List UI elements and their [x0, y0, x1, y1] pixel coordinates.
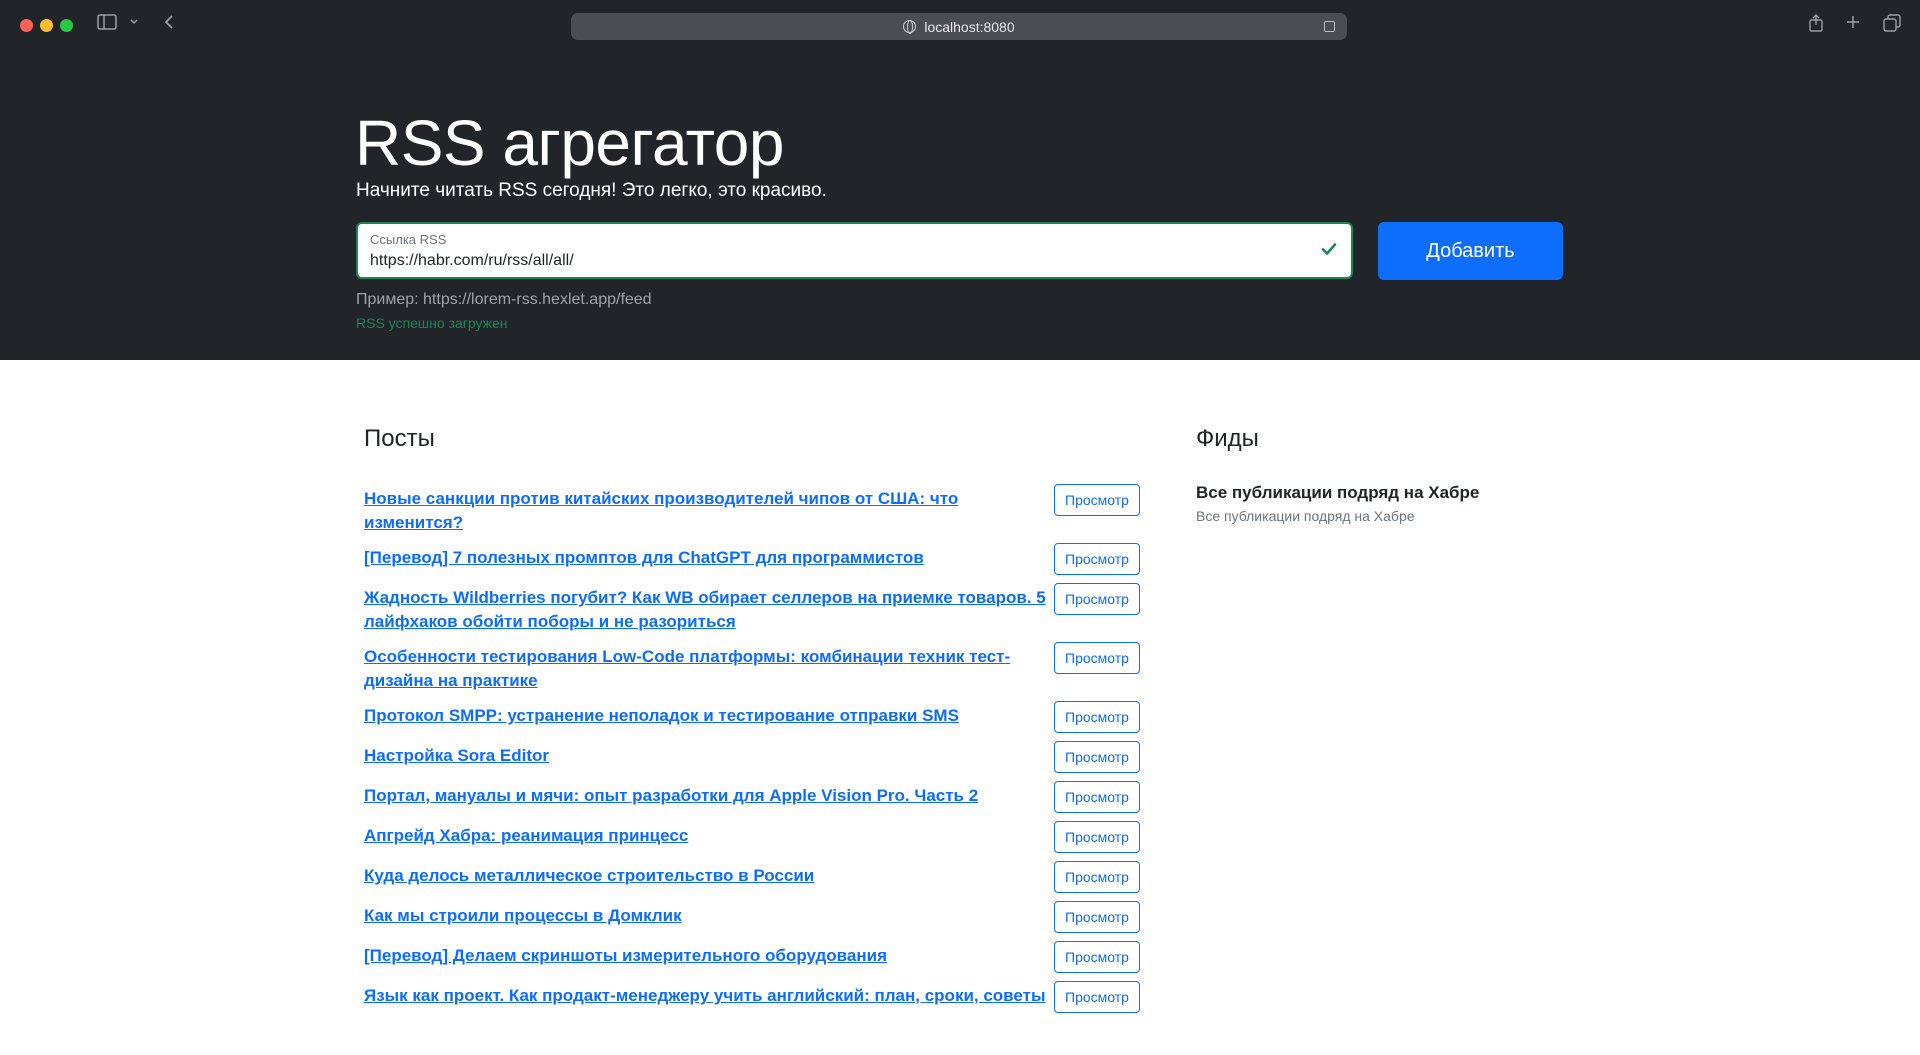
- tab-overview-icon[interactable]: [1883, 14, 1901, 39]
- example-hint: Пример: https://lorem-rss.hexlet.app/fee…: [356, 291, 652, 308]
- list-item: Жадность Wildberries погубит? Как WB оби…: [364, 579, 1140, 638]
- view-button[interactable]: Просмотр: [1054, 484, 1140, 516]
- post-link[interactable]: Куда делось металлическое строительство …: [364, 861, 1054, 888]
- list-item: Куда делось металлическое строительство …: [364, 857, 1140, 897]
- posts-title: Посты: [364, 425, 435, 452]
- sidebar-toggle-icon[interactable]: [97, 14, 117, 37]
- page-title: RSS агрегатор: [355, 107, 784, 179]
- address-bar[interactable]: localhost:8080: [571, 13, 1347, 40]
- rss-url-label: Ссылка RSS: [370, 232, 447, 247]
- feed-description: Все публикации подряд на Хабре: [1196, 508, 1415, 524]
- view-button[interactable]: Просмотр: [1054, 941, 1140, 973]
- post-link[interactable]: [Перевод] Делаем скриншоты измерительног…: [364, 941, 1054, 968]
- post-link[interactable]: [Перевод] 7 полезных промптов для ChatGP…: [364, 543, 1054, 570]
- list-item: [Перевод] 7 полезных промптов для ChatGP…: [364, 539, 1140, 579]
- share-icon[interactable]: [1808, 14, 1824, 39]
- feeds-section: Фиды Все публикации подряд на Хабре Все …: [1196, 425, 1566, 524]
- valid-check-icon: [1321, 243, 1337, 255]
- list-item: Портал, мануалы и мячи: опыт разработки …: [364, 777, 1140, 817]
- list-item: Настройка Sora Editor Просмотр: [364, 737, 1140, 777]
- zoom-window-button[interactable]: [60, 19, 73, 32]
- list-item: Новые санкции против китайских производи…: [364, 480, 1140, 539]
- post-link[interactable]: Особенности тестирования Low-Code платфо…: [364, 642, 1054, 693]
- post-link[interactable]: Как мы строили процессы в Домклик: [364, 901, 1054, 928]
- list-item: Протокол SMPP: устранение неполадок и те…: [364, 697, 1140, 737]
- view-button[interactable]: Просмотр: [1054, 861, 1140, 893]
- view-button[interactable]: Просмотр: [1054, 981, 1140, 1013]
- post-link[interactable]: Настройка Sora Editor: [364, 741, 1054, 768]
- view-button[interactable]: Просмотр: [1054, 821, 1140, 853]
- list-item: Апгрейд Хабра: реанимация принцесс Просм…: [364, 817, 1140, 857]
- post-list: Новые санкции против китайских производи…: [364, 480, 1140, 1017]
- page-lead: Начните читать RSS сегодня! Это легко, э…: [356, 180, 827, 201]
- address-bar-url: localhost:8080: [924, 18, 1015, 35]
- feedback-message: RSS успешно загружен: [356, 315, 508, 331]
- view-button[interactable]: Просмотр: [1054, 583, 1140, 615]
- globe-icon: [903, 20, 917, 34]
- post-link[interactable]: Новые санкции против китайских производи…: [364, 484, 1054, 535]
- post-link[interactable]: Жадность Wildberries погубит? Как WB оби…: [364, 583, 1054, 634]
- post-link[interactable]: Протокол SMPP: устранение неполадок и те…: [364, 701, 1054, 728]
- add-feed-button[interactable]: Добавить: [1378, 222, 1563, 280]
- reader-icon[interactable]: [1324, 21, 1335, 32]
- rss-url-field[interactable]: Ссылка RSS: [356, 222, 1353, 279]
- list-item: Как мы строили процессы в Домклик Просмо…: [364, 897, 1140, 937]
- feeds-title: Фиды: [1196, 425, 1259, 452]
- rss-url-input[interactable]: [370, 252, 1270, 270]
- view-button[interactable]: Просмотр: [1054, 642, 1140, 674]
- post-link[interactable]: Портал, мануалы и мячи: опыт разработки …: [364, 781, 1054, 808]
- list-item: [Перевод] Делаем скриншоты измерительног…: [364, 937, 1140, 977]
- view-button[interactable]: Просмотр: [1054, 781, 1140, 813]
- post-link[interactable]: Язык как проект. Как продакт-менеджеру у…: [364, 981, 1054, 1008]
- hero-section: RSS агрегатор Начните читать RSS сегодня…: [0, 50, 1920, 360]
- minimize-window-button[interactable]: [40, 19, 53, 32]
- view-button[interactable]: Просмотр: [1054, 543, 1140, 575]
- view-button[interactable]: Просмотр: [1054, 741, 1140, 773]
- view-button[interactable]: Просмотр: [1054, 901, 1140, 933]
- browser-toolbar: localhost:8080: [0, 0, 1920, 50]
- list-item: Язык как проект. Как продакт-менеджеру у…: [364, 977, 1140, 1017]
- chevron-down-icon[interactable]: [129, 14, 139, 37]
- posts-section: Посты: [364, 425, 1140, 453]
- view-button[interactable]: Просмотр: [1054, 701, 1140, 733]
- new-tab-icon[interactable]: [1845, 14, 1861, 37]
- list-item: Особенности тестирования Low-Code платфо…: [364, 638, 1140, 697]
- post-link[interactable]: Апгрейд Хабра: реанимация принцесс: [364, 821, 1054, 848]
- close-window-button[interactable]: [20, 19, 33, 32]
- back-icon[interactable]: [163, 14, 175, 37]
- feed-title: Все публикации подряд на Хабре: [1196, 483, 1480, 502]
- feed-item: Все публикации подряд на Хабре Все публи…: [1196, 483, 1566, 524]
